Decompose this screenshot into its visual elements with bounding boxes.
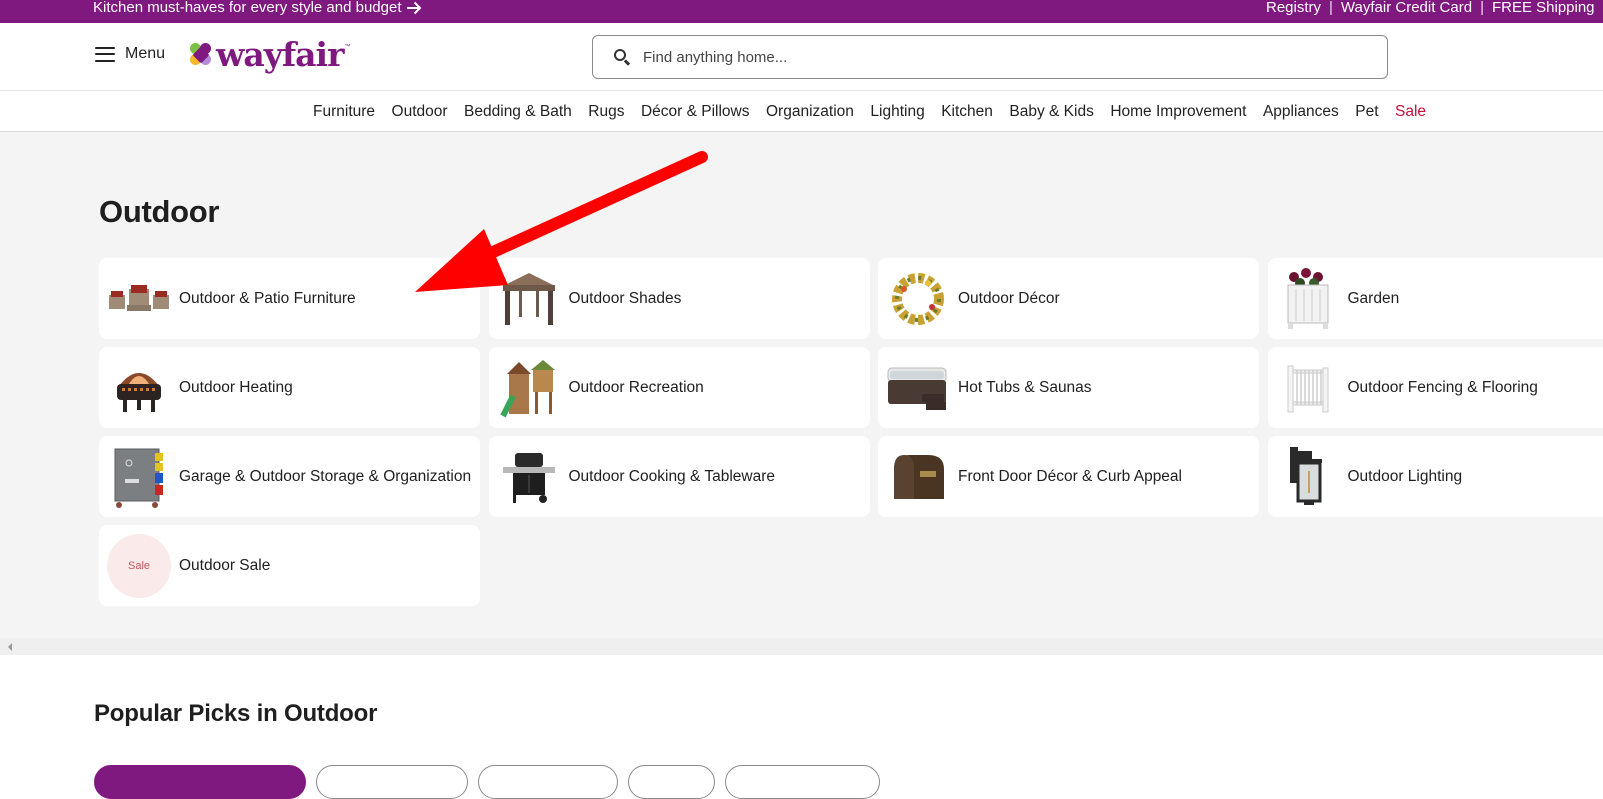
logo-text: wayfair <box>216 35 343 74</box>
category-card-outdoor-recreation[interactable]: Outdoor Recreation <box>489 347 870 428</box>
category-grid: Outdoor & Patio Furniture Outdoor Shades <box>99 258 1603 606</box>
promo-message-link[interactable]: Kitchen must-haves for every style and b… <box>93 0 422 16</box>
gazebo-image <box>497 267 561 331</box>
mailbox-image <box>886 445 950 509</box>
nav-item-organization[interactable]: Organization <box>766 103 854 121</box>
arrow-right-icon <box>406 1 422 15</box>
nav-item-furniture[interactable]: Furniture <box>313 103 375 121</box>
fire-pit-image <box>107 356 171 420</box>
category-label: Outdoor Heating <box>179 376 293 400</box>
sale-badge-text: Sale <box>128 560 150 572</box>
category-card-front-door-decor[interactable]: Front Door Décor & Curb Appeal <box>878 436 1259 517</box>
nav-item-bedding-bath[interactable]: Bedding & Bath <box>464 103 572 121</box>
wall-lantern-image <box>1276 445 1340 509</box>
planter-image <box>1276 267 1340 331</box>
filter-chip[interactable] <box>316 765 468 799</box>
horizontal-scrollbar[interactable] <box>0 638 1603 655</box>
wreath-image <box>886 267 950 331</box>
category-card-fencing-flooring[interactable]: Outdoor Fencing & Flooring <box>1268 347 1603 428</box>
registry-link[interactable]: Registry <box>1266 0 1321 16</box>
category-card-outdoor-cooking[interactable]: Outdoor Cooking & Tableware <box>489 436 870 517</box>
hamburger-icon <box>95 47 115 62</box>
wayfair-logo[interactable]: wayfair ™ <box>190 35 350 74</box>
credit-card-link[interactable]: Wayfair Credit Card <box>1341 0 1472 16</box>
category-card-outdoor-heating[interactable]: Outdoor Heating <box>99 347 480 428</box>
nav-item-pet[interactable]: Pet <box>1355 103 1378 121</box>
category-label: Outdoor Lighting <box>1348 465 1463 489</box>
promo-links: Registry | Wayfair Credit Card | FREE Sh… <box>1266 0 1595 16</box>
grill-image <box>497 445 561 509</box>
popular-picks-title: Popular Picks in Outdoor <box>94 700 377 728</box>
category-card-outdoor-lighting[interactable]: Outdoor Lighting <box>1268 436 1603 517</box>
filter-chip[interactable] <box>628 765 715 799</box>
nav-item-outdoor[interactable]: Outdoor <box>392 103 448 121</box>
nav-item-sale[interactable]: Sale <box>1395 103 1426 121</box>
category-label: Front Door Décor & Curb Appeal <box>958 465 1182 489</box>
filter-chip[interactable] <box>725 765 880 799</box>
category-label: Outdoor Décor <box>958 287 1060 311</box>
category-nav: Furniture Outdoor Bedding & Bath Rugs Dé… <box>0 92 1603 132</box>
category-label: Outdoor Fencing & Flooring <box>1348 376 1538 400</box>
category-card-patio-furniture[interactable]: Outdoor & Patio Furniture <box>99 258 480 339</box>
search-icon <box>613 48 631 66</box>
sale-badge: Sale <box>107 534 171 598</box>
category-card-outdoor-sale[interactable]: Sale Outdoor Sale <box>99 525 480 606</box>
logo-mark-icon <box>190 43 214 67</box>
category-card-hot-tubs-saunas[interactable]: Hot Tubs & Saunas <box>878 347 1259 428</box>
category-section: Outdoor Outdoor & Patio Furniture <box>0 132 1603 655</box>
fence-image <box>1276 356 1340 420</box>
search-input[interactable] <box>643 49 1363 66</box>
divider: | <box>1329 0 1333 16</box>
nav-item-appliances[interactable]: Appliances <box>1263 103 1339 121</box>
category-label: Outdoor & Patio Furniture <box>179 287 356 311</box>
search-bar[interactable] <box>592 35 1388 79</box>
category-label: Outdoor Sale <box>179 554 270 578</box>
promo-message: Kitchen must-haves for every style and b… <box>93 0 402 16</box>
category-card-outdoor-decor[interactable]: Outdoor Décor <box>878 258 1259 339</box>
filter-chip[interactable] <box>478 765 618 799</box>
category-label: Garden <box>1348 287 1400 311</box>
menu-label: Menu <box>125 45 165 63</box>
filter-chip[interactable] <box>94 765 306 799</box>
category-label: Hot Tubs & Saunas <box>958 376 1092 400</box>
category-label: Garage & Outdoor Storage & Organization <box>179 465 471 489</box>
logo-trademark: ™ <box>344 44 350 50</box>
nav-item-kitchen[interactable]: Kitchen <box>941 103 993 121</box>
site-header: Menu wayfair ™ <box>0 23 1603 91</box>
divider: | <box>1480 0 1484 16</box>
free-shipping-link[interactable]: FREE Shipping <box>1492 0 1595 16</box>
playset-image <box>497 356 561 420</box>
nav-item-rugs[interactable]: Rugs <box>588 103 624 121</box>
nav-item-decor-pillows[interactable]: Décor & Pillows <box>641 103 750 121</box>
hot-tub-image <box>886 356 950 420</box>
menu-button[interactable]: Menu <box>95 45 165 63</box>
category-label: Outdoor Recreation <box>569 376 704 400</box>
category-card-garden[interactable]: Garden <box>1268 258 1603 339</box>
page-title: Outdoor <box>99 194 219 230</box>
nav-item-home-improvement[interactable]: Home Improvement <box>1110 103 1246 121</box>
scroll-left-icon[interactable] <box>8 643 12 651</box>
category-card-garage-storage[interactable]: Garage & Outdoor Storage & Organization <box>99 436 480 517</box>
category-label: Outdoor Cooking & Tableware <box>569 465 776 489</box>
pegboard-image <box>107 445 171 509</box>
patio-furniture-image <box>107 267 171 331</box>
category-label: Outdoor Shades <box>569 287 682 311</box>
category-card-outdoor-shades[interactable]: Outdoor Shades <box>489 258 870 339</box>
nav-item-baby-kids[interactable]: Baby & Kids <box>1009 103 1093 121</box>
nav-item-lighting[interactable]: Lighting <box>870 103 924 121</box>
promo-bar: Kitchen must-haves for every style and b… <box>0 0 1603 23</box>
popular-filter-chips <box>94 765 880 799</box>
